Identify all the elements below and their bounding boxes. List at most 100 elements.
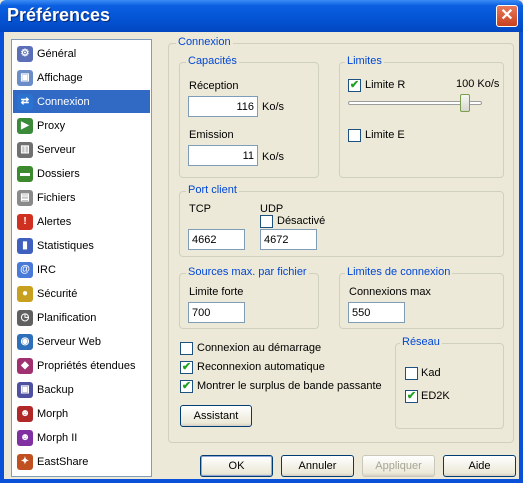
emission-input[interactable] [188, 145, 258, 166]
clock-icon: ◷ [17, 309, 33, 326]
udp-desactive-label: Désactivé [277, 215, 326, 227]
sidebar-item-folder[interactable]: ▬ Dossiers [13, 162, 150, 185]
surplus-bande-passante-checkbox[interactable]: ✔ [180, 380, 193, 393]
display-icon: ▣ [17, 69, 33, 86]
surplus-bande-passante-label: Montrer le surplus de bande passante [197, 380, 382, 392]
reconnexion-automatique-label: Reconnexion automatique [197, 361, 325, 373]
ed2k-label: ED2K [421, 390, 450, 402]
sidebar-item-label: Proxy [37, 119, 66, 132]
panel-title: Connexion [176, 36, 233, 48]
sidebar-item-clock[interactable]: ◷ Planification [13, 306, 150, 329]
window-border-bottom [0, 479, 523, 483]
sidebar-item-label: Serveur Web [37, 335, 101, 348]
irc-icon: @ [17, 261, 33, 278]
sidebar-item-alerts[interactable]: ! Alertes [13, 210, 150, 233]
sidebar-item-label: Propriétés étendues [37, 359, 136, 372]
close-button[interactable]: ✕ [496, 5, 518, 27]
morph-ii-icon: ☻ [17, 429, 33, 446]
reception-label: Réception [189, 80, 239, 92]
assistant-button[interactable]: Assistant [180, 405, 252, 427]
limite-forte-input[interactable] [188, 302, 245, 323]
annuler-button[interactable]: Annuler [281, 455, 354, 477]
udp-port-input[interactable] [260, 229, 317, 250]
port-client-title: Port client [186, 184, 239, 196]
emission-unit: Ko/s [262, 151, 285, 163]
sidebar-item-label: Morph II [37, 431, 78, 444]
kad-checkbox[interactable] [405, 367, 418, 380]
tcp-port-input[interactable] [188, 229, 245, 250]
limite-r-checkbox[interactable]: ✔ [348, 79, 361, 92]
backup-icon: ▣ [17, 381, 33, 398]
sidebar-item-gear[interactable]: ⚙ Général [13, 42, 150, 65]
sidebar-item-server[interactable]: ▥ Serveur [13, 138, 150, 161]
sidebar-item-label: Alertes [37, 215, 72, 228]
udp-desactive-checkbox[interactable] [260, 215, 273, 228]
connexions-max-input[interactable] [348, 302, 405, 323]
close-icon: ✕ [500, 7, 514, 24]
window-title: Préférences [7, 5, 111, 25]
folder-icon: ▬ [17, 165, 33, 182]
sidebar-item-display[interactable]: ▣ Affichage [13, 66, 150, 89]
sidebar-item-label: Fichiers [37, 191, 76, 204]
appliquer-button[interactable]: Appliquer [362, 455, 435, 477]
sidebar-item-label: Général [37, 47, 77, 60]
sources-max-title: Sources max. par fichier [186, 266, 309, 278]
sidebar-item-label: Serveur [37, 143, 76, 156]
sidebar-item-web-server[interactable]: ◉ Serveur Web [13, 330, 150, 353]
kad-label: Kad [421, 367, 441, 379]
web-server-icon: ◉ [17, 333, 33, 350]
sidebar-item-morph[interactable]: ☻ Morph [13, 402, 150, 425]
sidebar-item-label: EastShare [37, 455, 89, 468]
sidebar-item-label: Affichage [37, 71, 83, 84]
reconnexion-automatique-checkbox[interactable]: ✔ [180, 361, 193, 374]
sidebar-item-extended-properties[interactable]: ◆ Propriétés étendues [13, 354, 150, 377]
sidebar-item-label: Morph [37, 407, 69, 420]
reseau-title: Réseau [400, 336, 442, 348]
ok-button[interactable]: OK [200, 455, 273, 477]
sidebar-item-label: Backup [37, 383, 74, 396]
sidebar-item-label: Planification [37, 311, 97, 324]
window-border-right [519, 32, 523, 483]
alerts-icon: ! [17, 213, 33, 230]
emission-label: Emission [189, 129, 234, 141]
ed2k-checkbox[interactable]: ✔ [405, 390, 418, 403]
sidebar-item-label: Dossiers [37, 167, 80, 180]
aide-button[interactable]: Aide [443, 455, 516, 477]
server-icon: ▥ [17, 141, 33, 158]
limite-r-value: 100 Ko/s [456, 78, 500, 90]
connexions-max-label: Connexions max [349, 286, 431, 298]
sidebar-item-backup[interactable]: ▣ Backup [13, 378, 150, 401]
limite-r-label: Limite R [365, 79, 406, 91]
sidebar-item-label: Statistiques [37, 239, 94, 252]
udp-label: UDP [260, 203, 284, 215]
sidebar-item-proxy[interactable]: ▶ Proxy [13, 114, 150, 137]
sidebar-item-label: IRC [37, 263, 56, 276]
limites-connexion-title: Limites de connexion [345, 266, 453, 278]
connexion-demarrage-label: Connexion au démarrage [197, 342, 322, 354]
limite-r-slider-thumb[interactable] [459, 94, 470, 112]
proxy-icon: ▶ [17, 117, 33, 134]
sidebar-item-label: Sécurité [37, 287, 78, 300]
sidebar-item-irc[interactable]: @ IRC [13, 258, 150, 281]
limite-e-label: Limite E [365, 129, 405, 141]
files-icon: ▤ [17, 189, 33, 206]
eastshare-icon: ✦ [17, 453, 33, 470]
sidebar-item-statistics[interactable]: ▮ Statistiques [13, 234, 150, 257]
reception-unit: Ko/s [262, 101, 285, 113]
limite-e-checkbox[interactable] [348, 129, 361, 142]
tcp-label: TCP [189, 203, 211, 215]
reseau-group [395, 343, 504, 429]
sidebar-item-morph-ii[interactable]: ☻ Morph II [13, 426, 150, 449]
extended-properties-icon: ◆ [17, 357, 33, 374]
sidebar-item-lock[interactable]: ● Sécurité [13, 282, 150, 305]
capacites-title: Capacités [186, 55, 239, 67]
limite-forte-label: Limite forte [189, 286, 244, 298]
preferences-sidebar[interactable]: ⚙ Général ▣ Affichage ⇄ Connexion ▶ Proxy ▥ Serve… [11, 39, 152, 477]
title-bar[interactable]: Préférences ✕ [0, 0, 523, 32]
sidebar-item-files[interactable]: ▤ Fichiers [13, 186, 150, 209]
sidebar-item-connection[interactable]: ⇄ Connexion [13, 90, 150, 113]
connexion-demarrage-checkbox[interactable] [180, 342, 193, 355]
window-border-left [0, 32, 4, 483]
sidebar-item-eastshare[interactable]: ✦ EastShare [13, 450, 150, 473]
reception-input[interactable] [188, 96, 258, 117]
